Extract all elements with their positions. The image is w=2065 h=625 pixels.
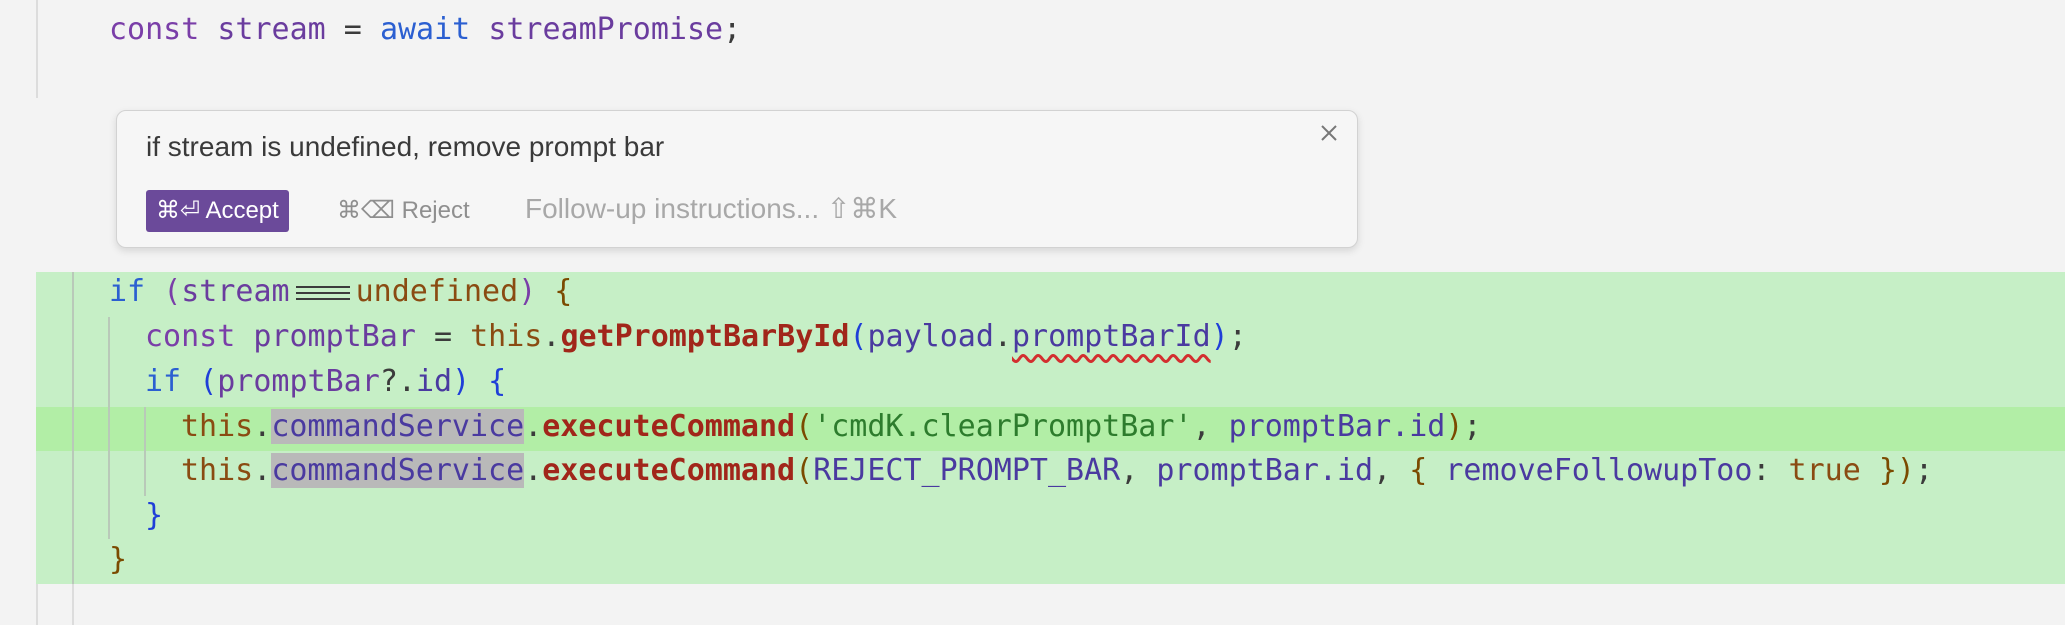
optional-chaining-operator: ?. — [379, 364, 416, 399]
paren-close: ) — [1445, 409, 1464, 444]
variable-stream-promise: streamPromise — [488, 12, 724, 47]
paren-close: ) — [518, 274, 537, 309]
code-line-8: } — [109, 538, 127, 582]
followup-instructions-input[interactable]: Follow-up instructions... ⇧⌘K — [525, 187, 897, 231]
property-id: id — [415, 364, 453, 399]
semicolon: ; — [1228, 319, 1247, 354]
dot: . — [524, 409, 543, 444]
strict-equality-operator — [295, 282, 350, 304]
paren-close: ) — [452, 364, 471, 399]
paren-open: ( — [795, 453, 814, 488]
code-line-7: } — [145, 494, 163, 538]
function-get-prompt-bar-by-id: getPromptBarById — [560, 319, 850, 354]
brace-open: { — [470, 364, 507, 399]
comma: , — [1120, 453, 1157, 488]
operator-assign: = — [415, 319, 471, 354]
property-command-service: commandService — [271, 453, 525, 488]
keyword-this: this — [181, 453, 254, 488]
semicolon: ; — [1914, 453, 1934, 488]
variable-prompt-bar: promptBar — [217, 364, 380, 399]
reject-button[interactable]: ⌘⌫ Reject — [337, 190, 470, 232]
code-editor[interactable]: const stream = await streamPromise; if (… — [0, 0, 2065, 625]
brace-close: } — [109, 542, 128, 577]
variable-undefined: undefined — [355, 274, 519, 309]
paren-open: ( — [795, 409, 814, 444]
keyword-if: if — [145, 364, 200, 399]
indent-guide-block — [72, 272, 74, 584]
indent-guide-if-body — [108, 317, 110, 539]
paren-open: ( — [199, 364, 218, 399]
property-command-service: commandService — [271, 409, 525, 444]
keyword-const: const — [145, 319, 254, 354]
paren-close: ) — [1210, 319, 1229, 354]
variable-payload: payload — [867, 319, 994, 354]
variable-stream: stream — [217, 12, 326, 47]
dot: . — [993, 319, 1012, 354]
paren-close: ) — [1896, 453, 1915, 488]
property-remove-followup-too: removeFollowupToo — [1445, 453, 1753, 488]
property-prompt-bar-id-error[interactable]: promptBarId — [1012, 319, 1211, 354]
brace-open: { — [1409, 453, 1446, 488]
dot: . — [542, 319, 561, 354]
keyword-const: const — [109, 12, 218, 47]
indent-guide-outer — [36, 0, 38, 98]
operator-assign: = — [325, 12, 380, 47]
prompt-bar-popup: if stream is undefined, remove prompt ba… — [116, 110, 1358, 248]
brace-close: } — [1860, 453, 1897, 488]
variable-prompt-bar: promptBar — [253, 319, 416, 354]
code-line-4: if (promptBar?.id) { — [145, 360, 506, 404]
dot: . — [253, 453, 272, 488]
indent-guide-secondary — [72, 580, 74, 625]
keyword-await: await — [379, 12, 489, 47]
prompt-instruction: if stream is undefined, remove prompt ba… — [146, 131, 665, 162]
brace-open: { — [536, 274, 573, 309]
indent-guide-outer-lower — [36, 580, 38, 625]
constant-reject-prompt-bar: REJECT_PROMPT_BAR — [813, 453, 1121, 488]
comma: , — [1192, 409, 1229, 444]
function-execute-command: executeCommand — [542, 409, 796, 444]
dot: . — [524, 453, 543, 488]
accept-button[interactable]: ⌘⏎ Accept — [146, 190, 289, 232]
comma: , — [1373, 453, 1410, 488]
close-prompt-button[interactable] — [1313, 117, 1345, 149]
string-clear-prompt-bar: 'cmdK.clearPromptBar' — [813, 409, 1193, 444]
indent-guide-inner — [144, 407, 146, 496]
variable-prompt-bar-id: promptBar.id — [1228, 409, 1446, 444]
semicolon: ; — [1463, 409, 1482, 444]
close-icon — [1321, 125, 1337, 141]
variable-prompt-bar-id: promptBar.id — [1156, 453, 1374, 488]
code-line-3: const promptBar = this.getPromptBarById(… — [145, 315, 1247, 359]
keyword-true: true — [1788, 453, 1861, 488]
dot: . — [253, 409, 272, 444]
brace-close: } — [145, 498, 164, 533]
paren-open: ( — [163, 274, 182, 309]
colon: : — [1752, 453, 1789, 488]
paren-open: ( — [849, 319, 868, 354]
code-line-6: this.commandService.executeCommand(REJEC… — [181, 449, 1933, 493]
keyword-if: if — [109, 274, 164, 309]
code-line-5: this.commandService.executeCommand('cmdK… — [181, 405, 1481, 449]
semicolon: ; — [723, 12, 742, 47]
keyword-this: this — [181, 409, 254, 444]
code-line-1: const stream = await streamPromise; — [109, 8, 741, 52]
keyword-this: this — [470, 319, 543, 354]
code-line-2: if (stream undefined) { — [109, 270, 572, 314]
function-execute-command: executeCommand — [542, 453, 796, 488]
variable-stream: stream — [181, 274, 290, 309]
